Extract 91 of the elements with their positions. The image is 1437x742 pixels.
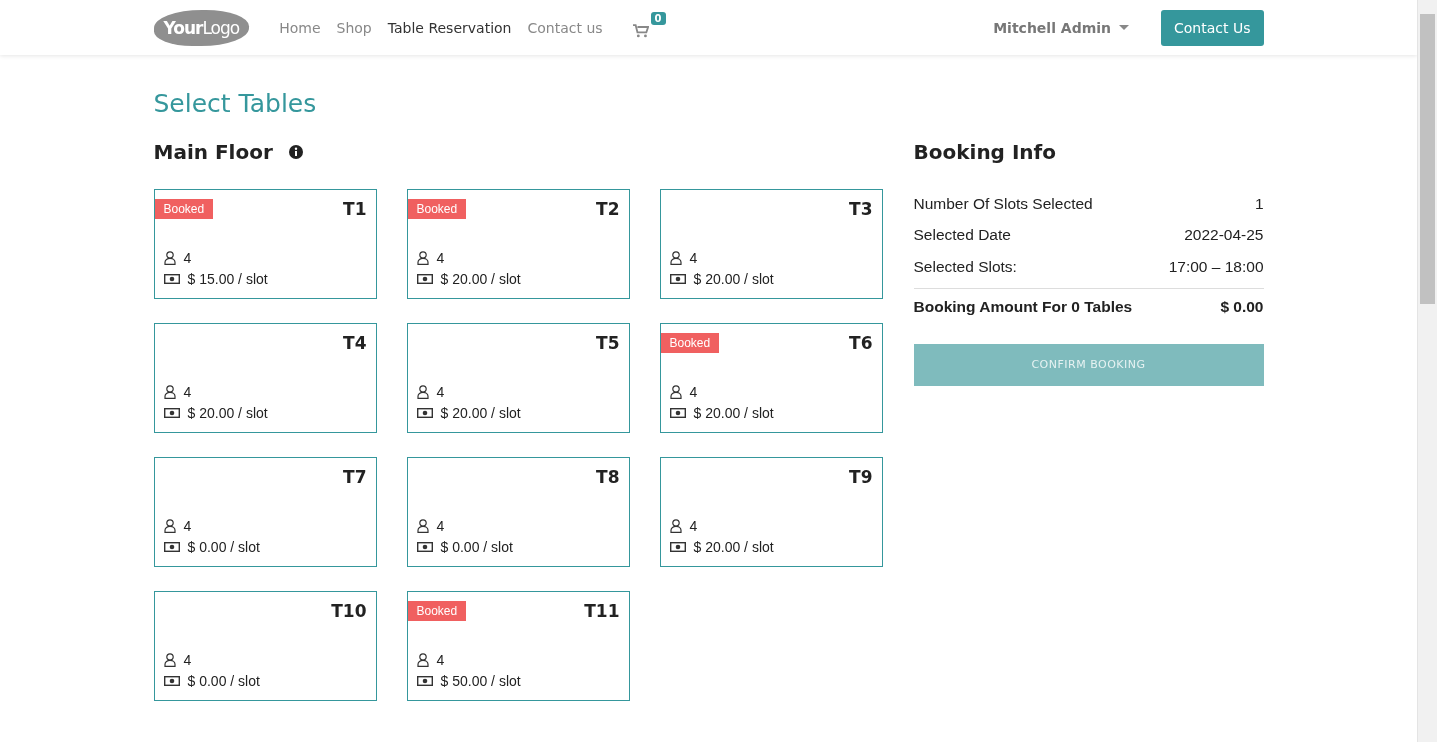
info-label: Selected Slots: [913, 257, 1017, 276]
total-label: Booking Amount For 0 Tables [913, 298, 1133, 316]
money-icon [163, 407, 180, 418]
table-name: T2 [596, 199, 620, 219]
person-icon [669, 250, 682, 265]
seat-count: 4 [183, 517, 192, 534]
person-icon [416, 250, 429, 265]
info-icon[interactable] [288, 145, 303, 159]
table-card[interactable]: Booked T1 4 $ 15.00 / slot [153, 189, 377, 299]
table-name: T10 [331, 601, 367, 621]
table-name: T8 [596, 467, 620, 487]
table-name: T6 [849, 333, 873, 353]
nav-link[interactable]: Table Reservation [387, 19, 512, 36]
caret-icon [1119, 25, 1130, 30]
info-value: 1 [1254, 194, 1264, 213]
nav-link[interactable]: Home [279, 19, 321, 36]
scrollbar[interactable] [1417, 0, 1437, 742]
money-icon [416, 675, 433, 686]
money-icon [163, 273, 180, 284]
cart-icon[interactable] [632, 23, 649, 38]
user-menu[interactable]: Mitchell Admin [993, 19, 1130, 36]
cart-count-badge: 0 [650, 11, 666, 25]
table-card[interactable]: T4 4 $ 20.00 / slot [153, 323, 377, 433]
seat-count: 4 [689, 383, 698, 400]
table-price: $ 20.00 / slot [440, 404, 521, 421]
table-price: $ 20.00 / slot [693, 270, 774, 287]
table-card[interactable]: T5 4 $ 20.00 / slot [406, 323, 630, 433]
person-icon [416, 384, 429, 399]
table-price: $ 0.00 / slot [187, 538, 260, 555]
booked-badge: Booked [154, 199, 214, 219]
table-card[interactable]: T7 4 $ 0.00 / slot [153, 457, 377, 567]
booked-badge: Booked [660, 333, 720, 353]
table-price: $ 15.00 / slot [187, 270, 268, 287]
table-name: T9 [849, 467, 873, 487]
seat-count: 4 [689, 517, 698, 534]
seat-count: 4 [436, 517, 445, 534]
person-icon [163, 652, 176, 667]
money-icon [163, 541, 180, 552]
booked-badge: Booked [407, 199, 467, 219]
info-value: 2022-04-25 [1184, 226, 1264, 245]
person-icon [416, 652, 429, 667]
seat-count: 4 [183, 651, 192, 668]
table-name: T4 [343, 333, 367, 353]
info-label: Number Of Slots Selected [913, 194, 1093, 213]
table-card[interactable]: T10 4 $ 0.00 / slot [153, 591, 377, 701]
table-price: $ 20.00 / slot [440, 270, 521, 287]
money-icon [416, 273, 433, 284]
table-name: T11 [584, 601, 620, 621]
booked-badge: Booked [407, 601, 467, 621]
table-name: T7 [343, 467, 367, 487]
table-card[interactable]: T9 4 $ 20.00 / slot [659, 457, 883, 567]
money-icon [669, 273, 686, 284]
money-icon [416, 407, 433, 418]
table-name: T1 [343, 199, 367, 219]
money-icon [669, 407, 686, 418]
person-icon [163, 384, 176, 399]
person-icon [669, 384, 682, 399]
person-icon [669, 518, 682, 533]
person-icon [416, 518, 429, 533]
table-price: $ 0.00 / slot [187, 672, 260, 689]
table-card[interactable]: T8 4 $ 0.00 / slot [406, 457, 630, 567]
seat-count: 4 [436, 383, 445, 400]
table-name: T5 [596, 333, 620, 353]
table-card[interactable]: Booked T11 4 $ 50.00 / slot [406, 591, 630, 701]
table-price: $ 20.00 / slot [187, 404, 268, 421]
seat-count: 4 [436, 651, 445, 668]
table-card[interactable]: Booked T6 4 $ 20.00 / slot [659, 323, 883, 433]
table-price: $ 0.00 / slot [440, 538, 513, 555]
floor-title: Main Floor [153, 140, 273, 164]
nav-link[interactable]: Shop [336, 19, 372, 36]
table-name: T3 [849, 199, 873, 219]
person-icon [163, 250, 176, 265]
total-value: $ 0.00 [1220, 298, 1264, 316]
money-icon [163, 675, 180, 686]
info-value: 17:00 – 18:00 [1168, 257, 1264, 276]
person-icon [163, 518, 176, 533]
table-price: $ 50.00 / slot [440, 672, 521, 689]
page-title: Select Tables [153, 89, 318, 118]
nav-link[interactable]: Contact us [527, 19, 603, 36]
info-label: Selected Date [913, 226, 1011, 245]
table-price: $ 20.00 / slot [693, 538, 774, 555]
seat-count: 4 [436, 249, 445, 266]
seat-count: 4 [689, 249, 698, 266]
money-icon [416, 541, 433, 552]
table-card[interactable]: T3 4 $ 20.00 / slot [659, 189, 883, 299]
booking-info-title: Booking Info [913, 140, 1058, 164]
table-card[interactable]: Booked T2 4 $ 20.00 / slot [406, 189, 630, 299]
table-price: $ 20.00 / slot [693, 404, 774, 421]
seat-count: 4 [183, 383, 192, 400]
seat-count: 4 [183, 249, 192, 266]
money-icon [669, 541, 686, 552]
